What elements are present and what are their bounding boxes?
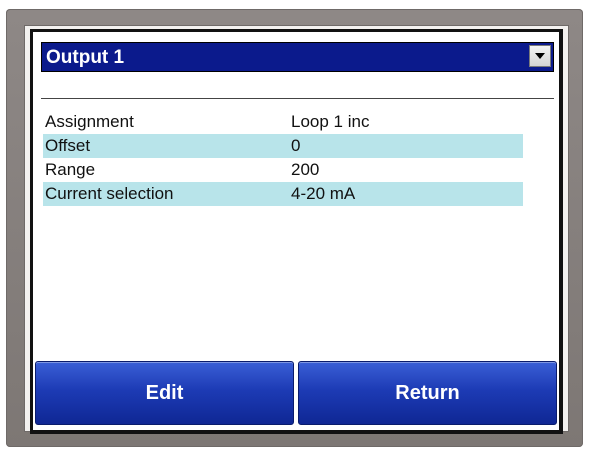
- settings-row[interactable]: Range 200: [43, 158, 523, 182]
- setting-label: Offset: [45, 136, 91, 155]
- settings-table: Assignment Loop 1 inc Offset 0 Range 200…: [43, 110, 523, 206]
- edit-button[interactable]: Edit: [35, 361, 294, 425]
- setting-value: 200: [291, 160, 320, 179]
- output-dropdown-value: Output 1: [46, 47, 125, 68]
- setting-value: Loop 1 inc: [291, 112, 370, 131]
- dropdown-arrow-button[interactable]: [529, 45, 551, 67]
- setting-value: 4-20 mA: [291, 184, 356, 203]
- chevron-down-icon: [535, 53, 545, 59]
- header-separator: [41, 72, 554, 99]
- settings-row[interactable]: Offset 0: [43, 134, 523, 158]
- button-bar: Edit Return: [35, 361, 557, 425]
- output-dropdown[interactable]: Output 1: [41, 42, 554, 72]
- display-area: Output 1 Assignment Loop 1 inc Offset 0 …: [33, 32, 559, 430]
- setting-label: Current selection: [45, 184, 174, 203]
- settings-row[interactable]: Assignment Loop 1 inc: [43, 110, 523, 134]
- setting-value: 0: [291, 136, 301, 155]
- return-button[interactable]: Return: [298, 361, 557, 425]
- setting-label: Range: [45, 160, 96, 179]
- setting-label: Assignment: [45, 112, 134, 131]
- settings-row[interactable]: Current selection 4-20 mA: [43, 182, 523, 206]
- touch-screen: Output 1 Assignment Loop 1 inc Offset 0 …: [30, 29, 563, 434]
